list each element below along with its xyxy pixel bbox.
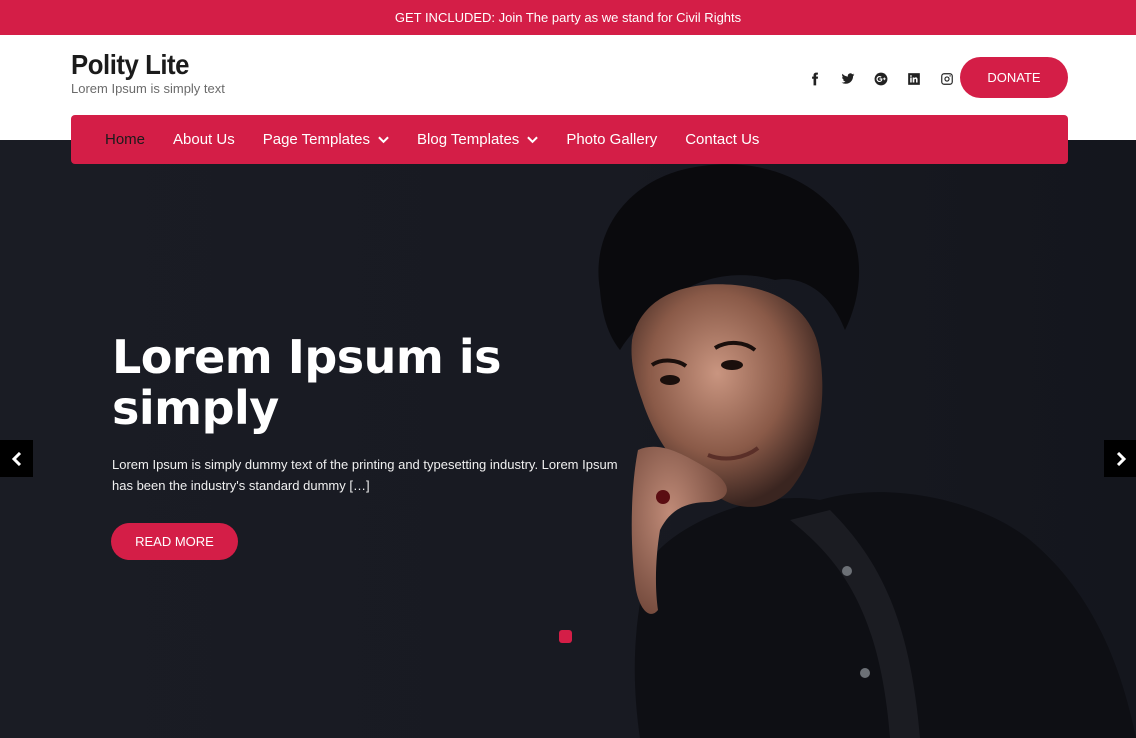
donate-button[interactable]: DONATE — [960, 57, 1068, 98]
chevron-down-icon — [378, 131, 389, 148]
hero-portrait-image — [598, 164, 1136, 738]
hero-title: Lorem Ipsum is simply — [112, 330, 502, 435]
chevron-left-icon — [11, 451, 21, 466]
site-tagline: Lorem Ipsum is simply text — [71, 81, 225, 96]
nav-item-about-us[interactable]: About Us — [159, 131, 249, 148]
nav-item-blog-templates[interactable]: Blog Templates — [403, 131, 552, 148]
nav-item-home[interactable]: Home — [91, 131, 159, 148]
nav-item-contact-us[interactable]: Contact Us — [671, 131, 773, 148]
linkedin-icon[interactable] — [897, 71, 930, 87]
announcement-bar: GET INCLUDED: Join The party as we stand… — [0, 0, 1136, 35]
nav-item-label: Home — [105, 131, 146, 148]
nav-item-label: Blog Templates — [417, 131, 520, 148]
site-title[interactable]: Polity Lite — [71, 49, 189, 81]
nav-item-label: About Us — [173, 131, 235, 148]
nav-item-label: Photo Gallery — [566, 131, 658, 148]
nav-item-photo-gallery[interactable]: Photo Gallery — [552, 131, 671, 148]
previous-slide-button[interactable] — [0, 440, 33, 477]
next-slide-button[interactable] — [1104, 440, 1136, 477]
main-navigation: Home About Us Page Templates Blog Templa… — [71, 115, 1068, 164]
slider-dot[interactable] — [559, 630, 572, 643]
chevron-down-icon — [527, 131, 539, 148]
facebook-icon[interactable] — [798, 71, 831, 87]
hero-slider: Lorem Ipsum is simply Lorem Ipsum is sim… — [0, 140, 1136, 738]
nav-item-label: Page Templates — [262, 131, 371, 148]
twitter-icon[interactable] — [831, 71, 864, 87]
chevron-right-icon — [1116, 451, 1126, 466]
instagram-icon[interactable] — [930, 71, 963, 87]
read-more-button[interactable]: READ MORE — [111, 523, 238, 560]
announcement-text: GET INCLUDED: Join The party as we stand… — [394, 10, 742, 25]
social-links — [798, 71, 963, 87]
hero-description: Lorem Ipsum is simply dummy text of the … — [112, 457, 618, 493]
nav-item-label: Contact Us — [685, 131, 760, 148]
nav-item-page-templates[interactable]: Page Templates — [249, 131, 403, 148]
google-plus-icon[interactable] — [864, 71, 897, 87]
